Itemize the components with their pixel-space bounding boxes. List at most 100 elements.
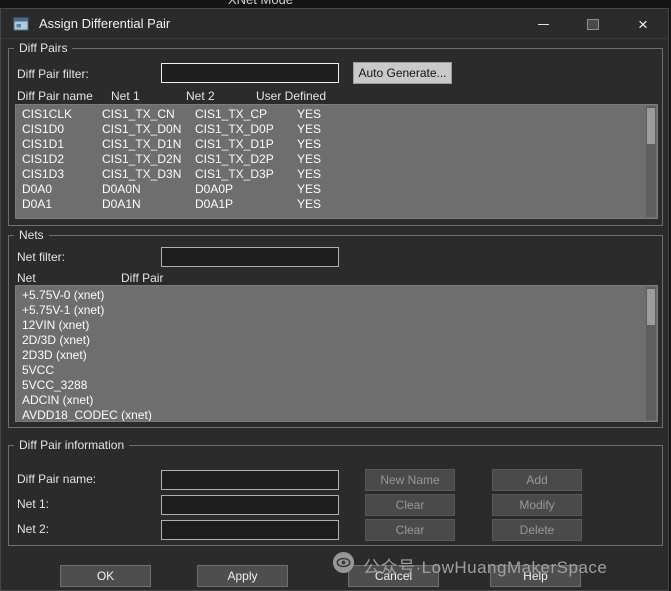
column-user-defined: User Defined: [256, 89, 327, 103]
cell-net: +5.75V-0 (xnet): [22, 288, 105, 302]
delete-button[interactable]: Delete: [492, 519, 582, 541]
diff-pair-filter-input[interactable]: *: [161, 63, 339, 83]
cell-net: 5VCC_3288: [22, 378, 88, 392]
diff-pair-row[interactable]: CIS1D3 CIS1_TX_D3N CIS1_TX_D3P YES: [16, 167, 645, 182]
cell-user_defined: YES: [297, 152, 322, 166]
clear-net2-button[interactable]: Clear: [365, 519, 455, 541]
net-list[interactable]: +5.75V-0 (xnet) +5.75V-1 (xnet) 12VIN (xne…: [15, 285, 658, 422]
cell-name: CIS1D1: [22, 137, 65, 151]
cell-name: CIS1D2: [22, 152, 65, 166]
nets-column-headers: Net Diff Pair: [9, 271, 656, 285]
net-row[interactable]: +5.75V-0 (xnet): [16, 288, 645, 303]
diff-pair-row[interactable]: CIS1D0 CIS1_TX_D0N CIS1_TX_D0P YES: [16, 122, 645, 137]
auto-generate-button[interactable]: Auto Generate...: [353, 62, 452, 84]
background-window: XNet Mode: [0, 0, 671, 8]
watermark-text: 公众号·LowHuangMakerSpace: [363, 557, 608, 577]
diff-pair-row[interactable]: D0A1 D0A1N D0A1P YES: [16, 197, 645, 212]
cell-user_defined: YES: [297, 182, 322, 196]
diff-pair-name-input[interactable]: DIFFPAIR0: [161, 470, 339, 490]
cell-net1: CIS1_TX_D3N: [102, 167, 182, 181]
net-row[interactable]: 2D/3D (xnet): [16, 333, 645, 348]
diff-pair-row[interactable]: CIS1D2 CIS1_TX_D2N CIS1_TX_D2P YES: [16, 152, 645, 167]
nets-group-label: Nets: [14, 228, 49, 243]
net1-input[interactable]: [161, 495, 339, 515]
diff-pair-rows: CIS1CLK CIS1_TX_CN CIS1_TX_CP YES CIS1D0 CIS1…: [16, 107, 645, 212]
net-filter-input[interactable]: *: [161, 247, 339, 267]
clear-net1-button[interactable]: Clear: [365, 494, 455, 516]
cell-net2: CIS1_TX_D1P: [195, 137, 274, 151]
nets-scrollbar[interactable]: [646, 287, 656, 420]
titlebar[interactable]: Assign Differential Pair ×: [1, 9, 668, 39]
window-controls: ×: [518, 9, 668, 39]
net-filter-label: Net filter:: [17, 250, 66, 264]
nets-group: Nets Net filter: * Net Diff Pair +5.75V-…: [8, 228, 663, 428]
diff-pair-filter-label: Diff Pair filter:: [17, 67, 89, 81]
new-name-button[interactable]: New Name: [365, 469, 455, 491]
cell-net2: D0A1P: [195, 197, 234, 211]
close-button[interactable]: ×: [618, 9, 668, 39]
cell-net1: CIS1_TX_CN: [102, 107, 175, 121]
column-diff-pair: Diff Pair: [121, 271, 164, 285]
cell-net: 12VIN (xnet): [22, 318, 90, 332]
column-diff-pair-name: Diff Pair name: [17, 89, 93, 103]
cell-name: CIS1CLK: [22, 107, 73, 121]
cell-name: CIS1D0: [22, 122, 65, 136]
minimize-button[interactable]: [518, 9, 568, 39]
cell-net2: CIS1_TX_D3P: [195, 167, 274, 181]
net-row[interactable]: AVDD18_CODEC (xnet): [16, 408, 645, 422]
cell-name: D0A1: [22, 197, 53, 211]
cell-net2: CIS1_TX_D0P: [195, 122, 274, 136]
diff-pairs-scrollbar-thumb[interactable]: [647, 108, 655, 144]
apply-button[interactable]: Apply: [197, 565, 288, 587]
diff-pair-information-group: Diff Pair information Diff Pair name: DI…: [8, 438, 663, 546]
cell-user_defined: YES: [297, 137, 322, 151]
clear-net1-label: Clear: [395, 498, 425, 512]
diff-pair-row[interactable]: CIS1D1 CIS1_TX_D1N CIS1_TX_D1P YES: [16, 137, 645, 152]
assign-diff-pair-dialog: Assign Differential Pair × Diff Pairs Di…: [0, 8, 669, 591]
cell-net: AVDD18_CODEC (xnet): [22, 408, 152, 422]
wechat-official-account-icon: [332, 551, 355, 579]
cell-user_defined: YES: [297, 197, 322, 211]
net-row[interactable]: 5VCC: [16, 363, 645, 378]
add-button[interactable]: Add: [492, 469, 582, 491]
diff-pairs-group: Diff Pairs Diff Pair filter: * Auto Gene…: [8, 41, 663, 226]
net-row[interactable]: 5VCC_3288: [16, 378, 645, 393]
cell-net2: CIS1_TX_CP: [195, 107, 268, 121]
background-partial-text: XNet Mode: [228, 0, 293, 7]
cell-user_defined: YES: [297, 167, 322, 181]
maximize-icon: [587, 18, 599, 30]
screen: XNet Mode Assign Differential Pair: [0, 0, 671, 591]
net-row[interactable]: 2D3D (xnet): [16, 348, 645, 363]
cell-net1: CIS1_TX_D2N: [102, 152, 182, 166]
watermark: 公众号·LowHuangMakerSpace: [332, 551, 607, 579]
cell-name: D0A0: [22, 182, 53, 196]
nets-scrollbar-thumb[interactable]: [647, 289, 655, 325]
delete-label: Delete: [519, 523, 555, 537]
modify-label: Modify: [519, 498, 555, 512]
diff-pair-name-label: Diff Pair name:: [17, 472, 97, 486]
cell-net1: D0A0N: [102, 182, 141, 196]
net2-input[interactable]: [161, 520, 339, 540]
cell-net1: CIS1_TX_D1N: [102, 137, 182, 151]
cell-net: 2D3D (xnet): [22, 348, 87, 362]
clear-net2-label: Clear: [395, 523, 425, 537]
close-icon: ×: [638, 14, 648, 34]
net2-label: Net 2:: [17, 522, 50, 536]
diff-pair-list[interactable]: CIS1CLK CIS1_TX_CN CIS1_TX_CP YES CIS1D0 CIS1…: [15, 104, 658, 219]
cell-name: CIS1D3: [22, 167, 65, 181]
net1-label: Net 1:: [17, 497, 50, 511]
cell-net: +5.75V-1 (xnet): [22, 303, 105, 317]
apply-label: Apply: [227, 569, 258, 583]
cell-net2: D0A0P: [195, 182, 234, 196]
maximize-button[interactable]: [568, 9, 618, 39]
net-row[interactable]: 12VIN (xnet): [16, 318, 645, 333]
net-row[interactable]: +5.75V-1 (xnet): [16, 303, 645, 318]
app-icon: [13, 16, 29, 32]
diff-pair-row[interactable]: D0A0 D0A0N D0A0P YES: [16, 182, 645, 197]
diff-pair-row[interactable]: CIS1CLK CIS1_TX_CN CIS1_TX_CP YES: [16, 107, 645, 122]
diff-pairs-scrollbar[interactable]: [646, 106, 656, 217]
modify-button[interactable]: Modify: [492, 494, 582, 516]
net-row[interactable]: ADCIN (xnet): [16, 393, 645, 408]
cell-net2: CIS1_TX_D2P: [195, 152, 274, 166]
ok-button[interactable]: OK: [60, 565, 151, 587]
